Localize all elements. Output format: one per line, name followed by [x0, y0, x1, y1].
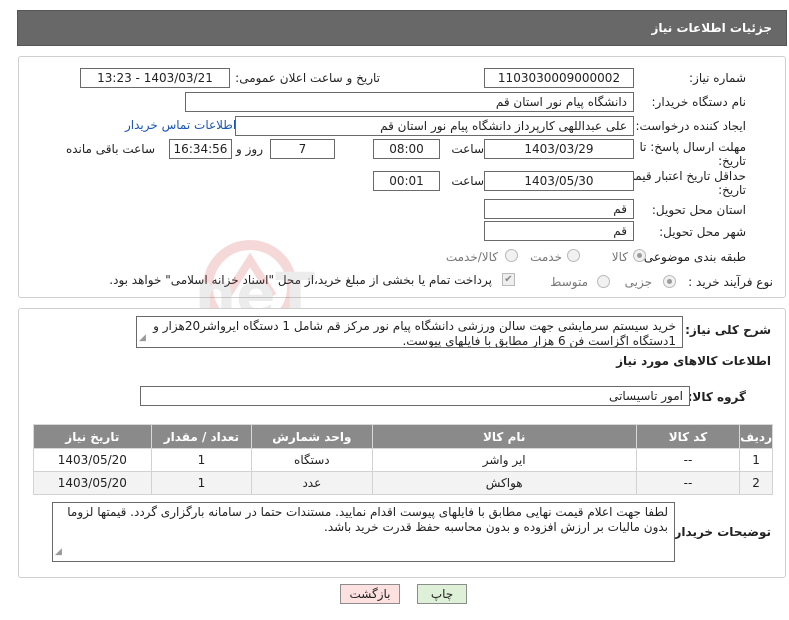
cell-row: 1 [739, 448, 773, 472]
category-option-goods-service: کالا/خدمت [445, 250, 498, 264]
table-row: 2 -- هواکش عدد 1 1403/05/20 [33, 471, 773, 495]
city-label: شهر محل تحویل: [659, 225, 746, 239]
category-radio-goods-service[interactable] [505, 249, 518, 262]
description-label: شرح کلی نیاز: [685, 323, 771, 337]
category-radio-service[interactable] [567, 249, 580, 262]
cell-name: هواکش [371, 471, 637, 495]
days-label: روز و [236, 142, 263, 156]
resize-handle-icon[interactable]: ◢ [55, 545, 62, 560]
description-text: خرید سیستم سرمایشی جهت سالن ورزشی دانشگا… [136, 316, 683, 348]
cell-qty: 1 [150, 448, 253, 472]
process-option-minor: جزیی [624, 275, 652, 289]
goods-group-field: امور تاسیساتی [140, 386, 690, 406]
validity-time-field: 00:01 [373, 171, 440, 191]
buyer-label: نام دستگاه خریدار: [651, 95, 747, 109]
announce-datetime-field: 1403/03/21 - 13:23 [80, 68, 230, 88]
col-row-header: ردیف [739, 424, 773, 449]
goods-table: ردیف کد کالا نام کالا واحد شمارش تعداد /… [33, 424, 773, 495]
province-field: قم [484, 199, 634, 219]
creator-label: ایجاد کننده درخواست: [635, 119, 746, 133]
category-option-goods: کالا [611, 250, 628, 264]
remaining-label: ساعت باقی مانده [65, 142, 155, 156]
validity-time-label: ساعت [451, 174, 484, 188]
page-title: جزئیات اطلاعات نیاز [651, 21, 772, 35]
page-header: جزئیات اطلاعات نیاز [17, 10, 787, 46]
deadline-time-field: 08:00 [373, 139, 440, 159]
deadline-label-date: تاریخ: [718, 154, 746, 168]
deadline-label: مهلت ارسال پاسخ: تا [639, 140, 746, 154]
col-unit-header: واحد شمارش [251, 424, 373, 449]
buyer-contact-link[interactable]: اطلاعات تماس خریدار [125, 118, 236, 132]
category-radio-goods[interactable] [633, 249, 646, 262]
col-code-header: کد کالا [635, 424, 741, 449]
cell-date: 1403/05/20 [33, 448, 152, 472]
print-button[interactable]: چاپ [417, 584, 467, 604]
province-label: استان محل تحویل: [651, 203, 746, 217]
buyer-notes-label: توضیحات خریدار: [669, 525, 771, 539]
process-option-medium: متوسط [550, 275, 588, 289]
col-name-header: نام کالا [371, 424, 637, 449]
process-radio-minor[interactable] [663, 275, 676, 288]
description-value: خرید سیستم سرمایشی جهت سالن ورزشی دانشگا… [153, 319, 676, 348]
resize-handle-icon[interactable]: ◢ [139, 331, 146, 346]
validity-date-field: 1403/05/30 [484, 171, 634, 191]
category-label: طبقه بندی موضوعی: [639, 250, 746, 264]
cell-qty: 1 [150, 471, 253, 495]
category-option-service: خدمت [530, 250, 562, 264]
remaining-time-field: 16:34:56 [169, 139, 232, 159]
days-field: 7 [270, 139, 335, 159]
back-button[interactable]: بازگشت [340, 584, 400, 604]
cell-unit: عدد [251, 471, 373, 495]
treasury-checkbox[interactable]: ✔ [502, 273, 515, 286]
buyer-field: دانشگاه پیام نور استان قم [185, 92, 634, 112]
payment-note: پرداخت تمام یا بخشی از مبلغ خرید،از محل … [109, 273, 492, 287]
col-date-header: تاریخ نیاز [33, 424, 152, 449]
col-qty-header: تعداد / مقدار [150, 424, 253, 449]
need-number-field: 1103030009000002 [484, 68, 634, 88]
goods-info-title: اطلاعات کالاهای مورد نیاز [616, 354, 771, 368]
announce-label: تاریخ و ساعت اعلان عمومی: [235, 71, 380, 85]
cell-row: 2 [739, 471, 773, 495]
process-radio-medium[interactable] [597, 275, 610, 288]
process-label: نوع فرآیند خرید : [688, 275, 773, 289]
validity-label-date: تاریخ: [718, 183, 746, 197]
deadline-date-field: 1403/03/29 [484, 139, 634, 159]
cell-date: 1403/05/20 [33, 471, 152, 495]
city-field: قم [484, 221, 634, 241]
cell-code: -- [635, 448, 741, 472]
need-number-label: شماره نیاز: [689, 71, 746, 85]
buyer-notes-value: لطفا جهت اعلام قیمت نهایی مطابق با فایله… [67, 505, 668, 534]
goods-table-header-row: ردیف کد کالا نام کالا واحد شمارش تعداد /… [33, 424, 773, 449]
creator-field: علی عبداللهی کارپرداز دانشگاه پیام نور ا… [235, 116, 634, 136]
cell-code: -- [635, 471, 741, 495]
cell-unit: دستگاه [251, 448, 373, 472]
table-row: 1 -- ایر واشر دستگاه 1 1403/05/20 [33, 448, 773, 472]
buyer-notes-text: لطفا جهت اعلام قیمت نهایی مطابق با فایله… [52, 502, 675, 562]
goods-group-label: گروه کالا: [687, 390, 746, 404]
cell-name: ایر واشر [371, 448, 637, 472]
deadline-time-label: ساعت [451, 142, 484, 156]
